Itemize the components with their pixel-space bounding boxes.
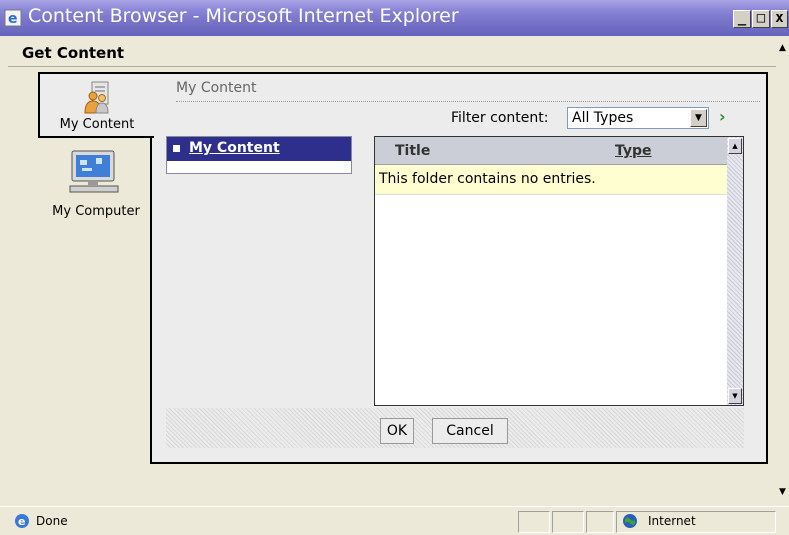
page-title: Get Content xyxy=(22,44,125,62)
filter-selected-value: All Types xyxy=(572,110,634,126)
svg-text:e: e xyxy=(18,515,25,528)
scroll-down-arrow-icon[interactable]: ▼ xyxy=(776,484,789,500)
tab-label: My Content xyxy=(59,117,135,132)
maximize-button[interactable]: □ xyxy=(752,10,770,28)
ie-page-icon: e xyxy=(15,514,29,528)
tab-my-computer[interactable]: My Computer xyxy=(40,142,150,226)
status-bar: e Done Internet xyxy=(0,506,789,535)
folder-tree: My Content xyxy=(166,136,352,174)
status-cell xyxy=(552,511,584,533)
tab-my-content[interactable]: My Content xyxy=(38,72,154,138)
ie-app-icon: e xyxy=(4,9,22,27)
computer-icon xyxy=(69,150,119,193)
scroll-down-arrow-icon[interactable]: ▼ xyxy=(728,388,742,404)
window-title: Content Browser - Microsoft Internet Exp… xyxy=(28,5,459,27)
close-button[interactable]: x xyxy=(771,10,788,28)
ok-button[interactable]: OK xyxy=(380,418,414,444)
globe-icon xyxy=(623,514,637,528)
empty-message: This folder contains no entries. xyxy=(379,171,596,187)
zone-text: Internet xyxy=(648,514,696,528)
scroll-up-arrow-icon[interactable]: ▲ xyxy=(728,138,742,154)
table-scrollbar[interactable]: ▲ ▼ xyxy=(727,137,743,405)
status-cell xyxy=(586,511,614,533)
cancel-button[interactable]: Cancel xyxy=(432,418,508,444)
tab-label: My Computer xyxy=(52,204,140,219)
tree-item-label[interactable]: My Content xyxy=(189,140,280,156)
people-icon xyxy=(84,81,109,114)
divider xyxy=(8,66,776,67)
chevron-down-icon[interactable]: ▼ xyxy=(690,109,707,127)
table-header: Title Type xyxy=(375,137,727,165)
button-bar: OK Cancel xyxy=(166,408,744,448)
filter-select[interactable]: All Types ▼ xyxy=(567,107,709,129)
column-header-type[interactable]: Type xyxy=(615,143,652,159)
status-text: Done xyxy=(36,514,68,528)
empty-message-row: This folder contains no entries. xyxy=(375,165,727,195)
filter-label: Filter content: xyxy=(451,110,549,126)
scroll-up-arrow-icon[interactable]: ▲ xyxy=(776,40,789,56)
column-header-title[interactable]: Title xyxy=(395,143,430,159)
entries-table: Title Type This folder contains no entri… xyxy=(374,136,744,406)
minimize-button[interactable]: _ xyxy=(733,10,751,28)
bullet-icon xyxy=(173,145,180,152)
breadcrumb: My Content xyxy=(176,80,257,96)
status-cell xyxy=(518,511,550,533)
go-arrow-icon[interactable]: › xyxy=(719,108,733,126)
zone-cell xyxy=(616,511,776,533)
svg-text:e: e xyxy=(8,11,18,27)
divider xyxy=(176,101,760,102)
window-scrollbar[interactable]: ▲ ▼ xyxy=(776,36,789,506)
title-bar[interactable]: e Content Browser - Microsoft Internet E… xyxy=(0,0,789,36)
tree-item-my-content[interactable]: My Content xyxy=(167,137,351,161)
